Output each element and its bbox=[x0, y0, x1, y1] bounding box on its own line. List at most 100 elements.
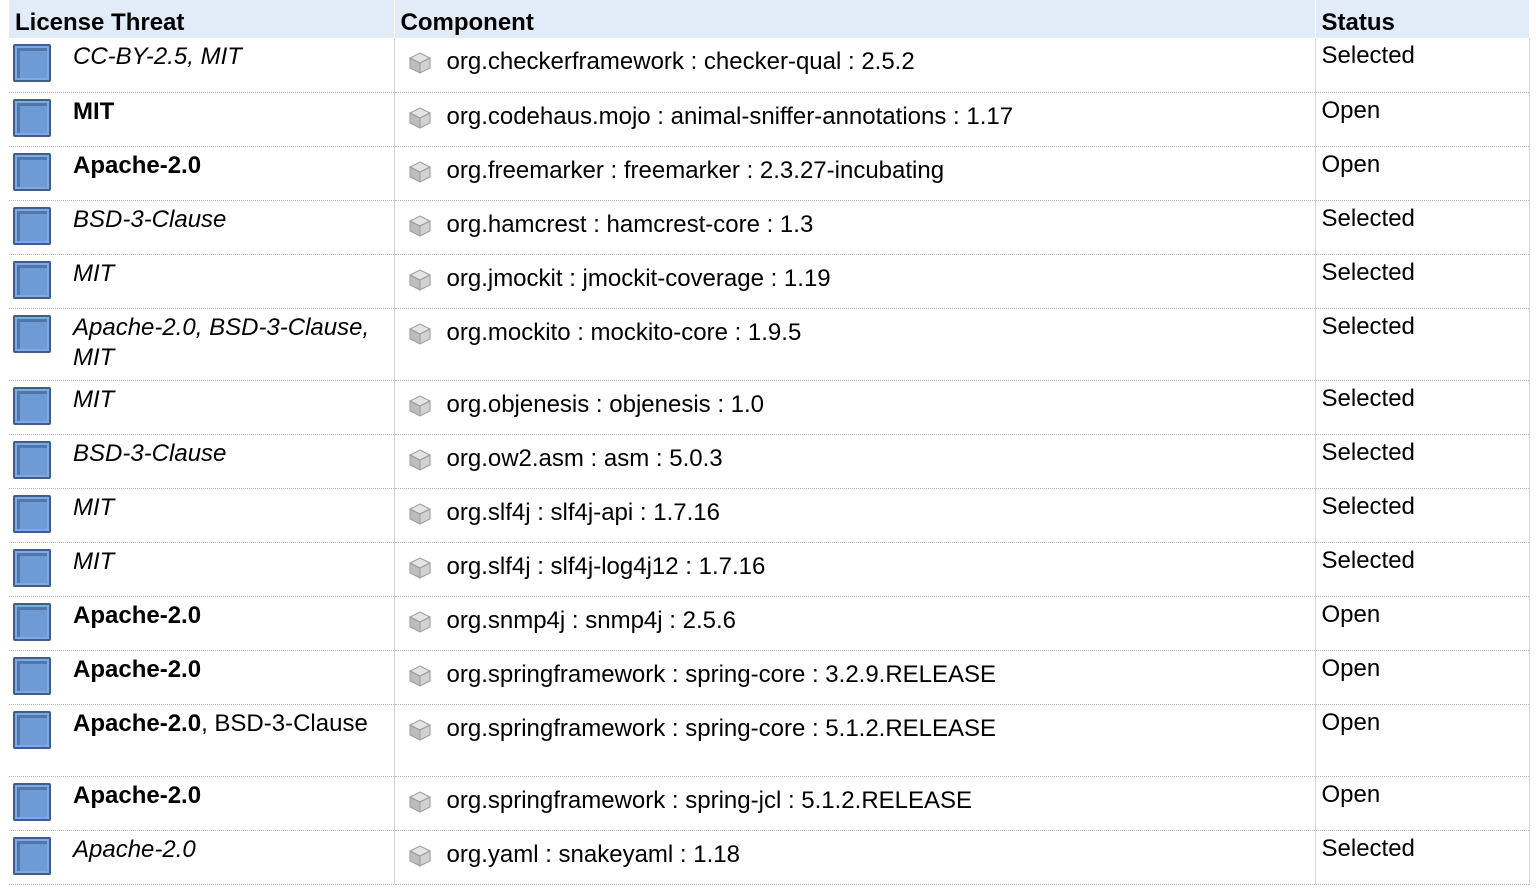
component-cube-icon bbox=[408, 664, 431, 687]
component-name[interactable]: org.checkerframework : checker-qual : 2.… bbox=[447, 48, 915, 76]
table-row[interactable]: MIT org.codehaus.mojo : animal-sniffer-an… bbox=[9, 92, 1530, 147]
component-cube-icon bbox=[408, 214, 431, 237]
component-cell: org.jmockit : jmockit-coverage : 1.19 bbox=[394, 254, 1316, 309]
threat-level-square-icon bbox=[13, 386, 51, 425]
license-threat-cell: Apache-2.0, BSD-3-Clause, MIT bbox=[9, 308, 395, 381]
status-cell: Open bbox=[1315, 92, 1530, 147]
license-threat-table: License Threat Component Status CC-BY-2.… bbox=[9, 0, 1530, 885]
license-names: Apache-2.0 bbox=[73, 655, 384, 685]
threat-level-square-icon bbox=[13, 98, 51, 137]
license-name: Apache-2.0 bbox=[73, 709, 202, 737]
table-row[interactable]: Apache-2.0 org.springframework : spring-c… bbox=[9, 650, 1530, 705]
component-cell: org.yaml : snakeyaml : 1.18 bbox=[394, 830, 1316, 885]
table-row[interactable]: MIT org.jmockit : jmockit-coverage : 1.19… bbox=[9, 254, 1530, 309]
threat-level-square-icon bbox=[13, 440, 51, 479]
license-threat-cell: MIT bbox=[9, 92, 395, 147]
component-cube-icon bbox=[408, 160, 431, 183]
license-table-container: License Threat Component Status CC-BY-2.… bbox=[9, 0, 1530, 885]
component-name[interactable]: org.snmp4j : snmp4j : 2.5.6 bbox=[447, 607, 736, 635]
table-row[interactable]: Apache-2.0, BSD-3-Clause, MIT org.mockito… bbox=[9, 308, 1530, 381]
status-cell: Open bbox=[1315, 650, 1530, 705]
component-name[interactable]: org.slf4j : slf4j-log4j12 : 1.7.16 bbox=[447, 553, 766, 581]
license-threat-cell: MIT bbox=[9, 254, 395, 309]
table-row[interactable]: Apache-2.0 org.freemarker : freemarker : … bbox=[9, 146, 1530, 201]
table-row[interactable]: BSD-3-Clause org.ow2.asm : asm : 5.0.3 Sel… bbox=[9, 434, 1530, 489]
component-cell: org.slf4j : slf4j-log4j12 : 1.7.16 bbox=[394, 542, 1316, 597]
component-cell: org.hamcrest : hamcrest-core : 1.3 bbox=[394, 200, 1316, 255]
component-name[interactable]: org.yaml : snakeyaml : 1.18 bbox=[447, 841, 740, 869]
component-cell: org.slf4j : slf4j-api : 1.7.16 bbox=[394, 488, 1316, 543]
component-cube-icon bbox=[408, 556, 431, 579]
component-name[interactable]: org.jmockit : jmockit-coverage : 1.19 bbox=[447, 265, 831, 293]
component-name[interactable]: org.springframework : spring-core : 5.1.… bbox=[447, 715, 997, 743]
license-names: Apache-2.0 bbox=[73, 151, 384, 181]
table-row[interactable]: Apache-2.0 org.snmp4j : snmp4j : 2.5.6 Ope… bbox=[9, 596, 1530, 651]
license-name: MIT bbox=[73, 493, 115, 521]
status-cell: Open bbox=[1315, 596, 1530, 651]
table-row[interactable]: CC-BY-2.5, MIT org.checkerframework : che… bbox=[9, 38, 1530, 93]
license-name: Apache-2.0 bbox=[73, 655, 202, 683]
table-row[interactable]: Apache-2.0, BSD-3-Clause org.springframew… bbox=[9, 704, 1530, 777]
threat-level-square-icon bbox=[13, 152, 51, 191]
status-cell: Selected bbox=[1315, 830, 1530, 885]
component-cube-icon bbox=[408, 322, 431, 345]
license-names: CC-BY-2.5, MIT bbox=[73, 42, 384, 72]
component-cube-icon bbox=[408, 52, 431, 74]
component-name[interactable]: org.springframework : spring-jcl : 5.1.2… bbox=[447, 787, 973, 815]
component-name[interactable]: org.springframework : spring-core : 3.2.… bbox=[447, 661, 997, 689]
license-names: MIT bbox=[73, 97, 384, 127]
component-name[interactable]: org.mockito : mockito-core : 1.9.5 bbox=[447, 319, 802, 347]
license-threat-cell: Apache-2.0 bbox=[9, 596, 395, 651]
license-threat-cell: MIT bbox=[9, 542, 395, 597]
license-threat-cell: CC-BY-2.5, MIT bbox=[9, 38, 395, 93]
license-names: MIT bbox=[73, 385, 384, 415]
column-header-status[interactable]: Status bbox=[1315, 0, 1530, 38]
component-name[interactable]: org.ow2.asm : asm : 5.0.3 bbox=[447, 445, 723, 473]
status-cell: Selected bbox=[1315, 38, 1530, 93]
component-name[interactable]: org.slf4j : slf4j-api : 1.7.16 bbox=[447, 499, 720, 527]
license-name: Apache-2.0 bbox=[73, 151, 202, 179]
license-threat-cell: MIT bbox=[9, 380, 395, 435]
license-names: Apache-2.0 bbox=[73, 835, 384, 865]
table-row[interactable]: MIT org.slf4j : slf4j-api : 1.7.16 Selecte… bbox=[9, 488, 1530, 543]
component-cube-icon bbox=[408, 106, 431, 129]
license-threat-cell: Apache-2.0 bbox=[9, 146, 395, 201]
component-cube-icon bbox=[408, 268, 431, 291]
license-name: Apache-2.0, BSD-3-Clause, MIT bbox=[73, 313, 370, 371]
license-threat-cell: MIT bbox=[9, 488, 395, 543]
table-row[interactable]: Apache-2.0 org.yaml : snakeyaml : 1.18 Sel… bbox=[9, 830, 1530, 885]
table-row[interactable]: BSD-3-Clause org.hamcrest : hamcrest-core… bbox=[9, 200, 1530, 255]
component-cell: org.springframework : spring-jcl : 5.1.2… bbox=[394, 776, 1316, 831]
component-name[interactable]: org.hamcrest : hamcrest-core : 1.3 bbox=[447, 211, 814, 239]
license-name: MIT bbox=[73, 385, 115, 413]
component-cell: org.mockito : mockito-core : 1.9.5 bbox=[394, 308, 1316, 381]
threat-level-square-icon bbox=[13, 314, 51, 353]
status-cell: Open bbox=[1315, 776, 1530, 831]
component-cell: org.objenesis : objenesis : 1.0 bbox=[394, 380, 1316, 435]
license-name: Apache-2.0 bbox=[73, 601, 202, 629]
table-row[interactable]: MIT org.objenesis : objenesis : 1.0 Select… bbox=[9, 380, 1530, 435]
license-name: MIT bbox=[73, 259, 115, 287]
component-name[interactable]: org.objenesis : objenesis : 1.0 bbox=[447, 391, 765, 419]
component-cell: org.springframework : spring-core : 5.1.… bbox=[394, 704, 1316, 777]
component-cell: org.snmp4j : snmp4j : 2.5.6 bbox=[394, 596, 1316, 651]
license-threat-cell: Apache-2.0, BSD-3-Clause bbox=[9, 704, 395, 777]
license-name: , BSD-3-Clause bbox=[201, 709, 368, 737]
column-header-component[interactable]: Component bbox=[394, 0, 1316, 38]
component-cell: org.codehaus.mojo : animal-sniffer-annot… bbox=[394, 92, 1316, 147]
column-header-license-threat[interactable]: License Threat bbox=[9, 0, 395, 38]
component-name[interactable]: org.codehaus.mojo : animal-sniffer-annot… bbox=[447, 103, 1014, 131]
component-cube-icon bbox=[408, 448, 431, 471]
threat-level-square-icon bbox=[13, 656, 51, 695]
threat-level-square-icon bbox=[13, 44, 51, 82]
license-name: MIT bbox=[73, 547, 115, 575]
license-name: BSD-3-Clause bbox=[73, 205, 227, 233]
table-row[interactable]: Apache-2.0 org.springframework : spring-j… bbox=[9, 776, 1530, 831]
component-name[interactable]: org.freemarker : freemarker : 2.3.27-inc… bbox=[447, 157, 945, 185]
threat-level-square-icon bbox=[13, 836, 51, 875]
table-row[interactable]: MIT org.slf4j : slf4j-log4j12 : 1.7.16 Sel… bbox=[9, 542, 1530, 597]
component-cube-icon bbox=[408, 844, 431, 867]
component-cube-icon bbox=[408, 610, 431, 633]
threat-level-square-icon bbox=[13, 710, 51, 749]
license-names: BSD-3-Clause bbox=[73, 205, 384, 235]
